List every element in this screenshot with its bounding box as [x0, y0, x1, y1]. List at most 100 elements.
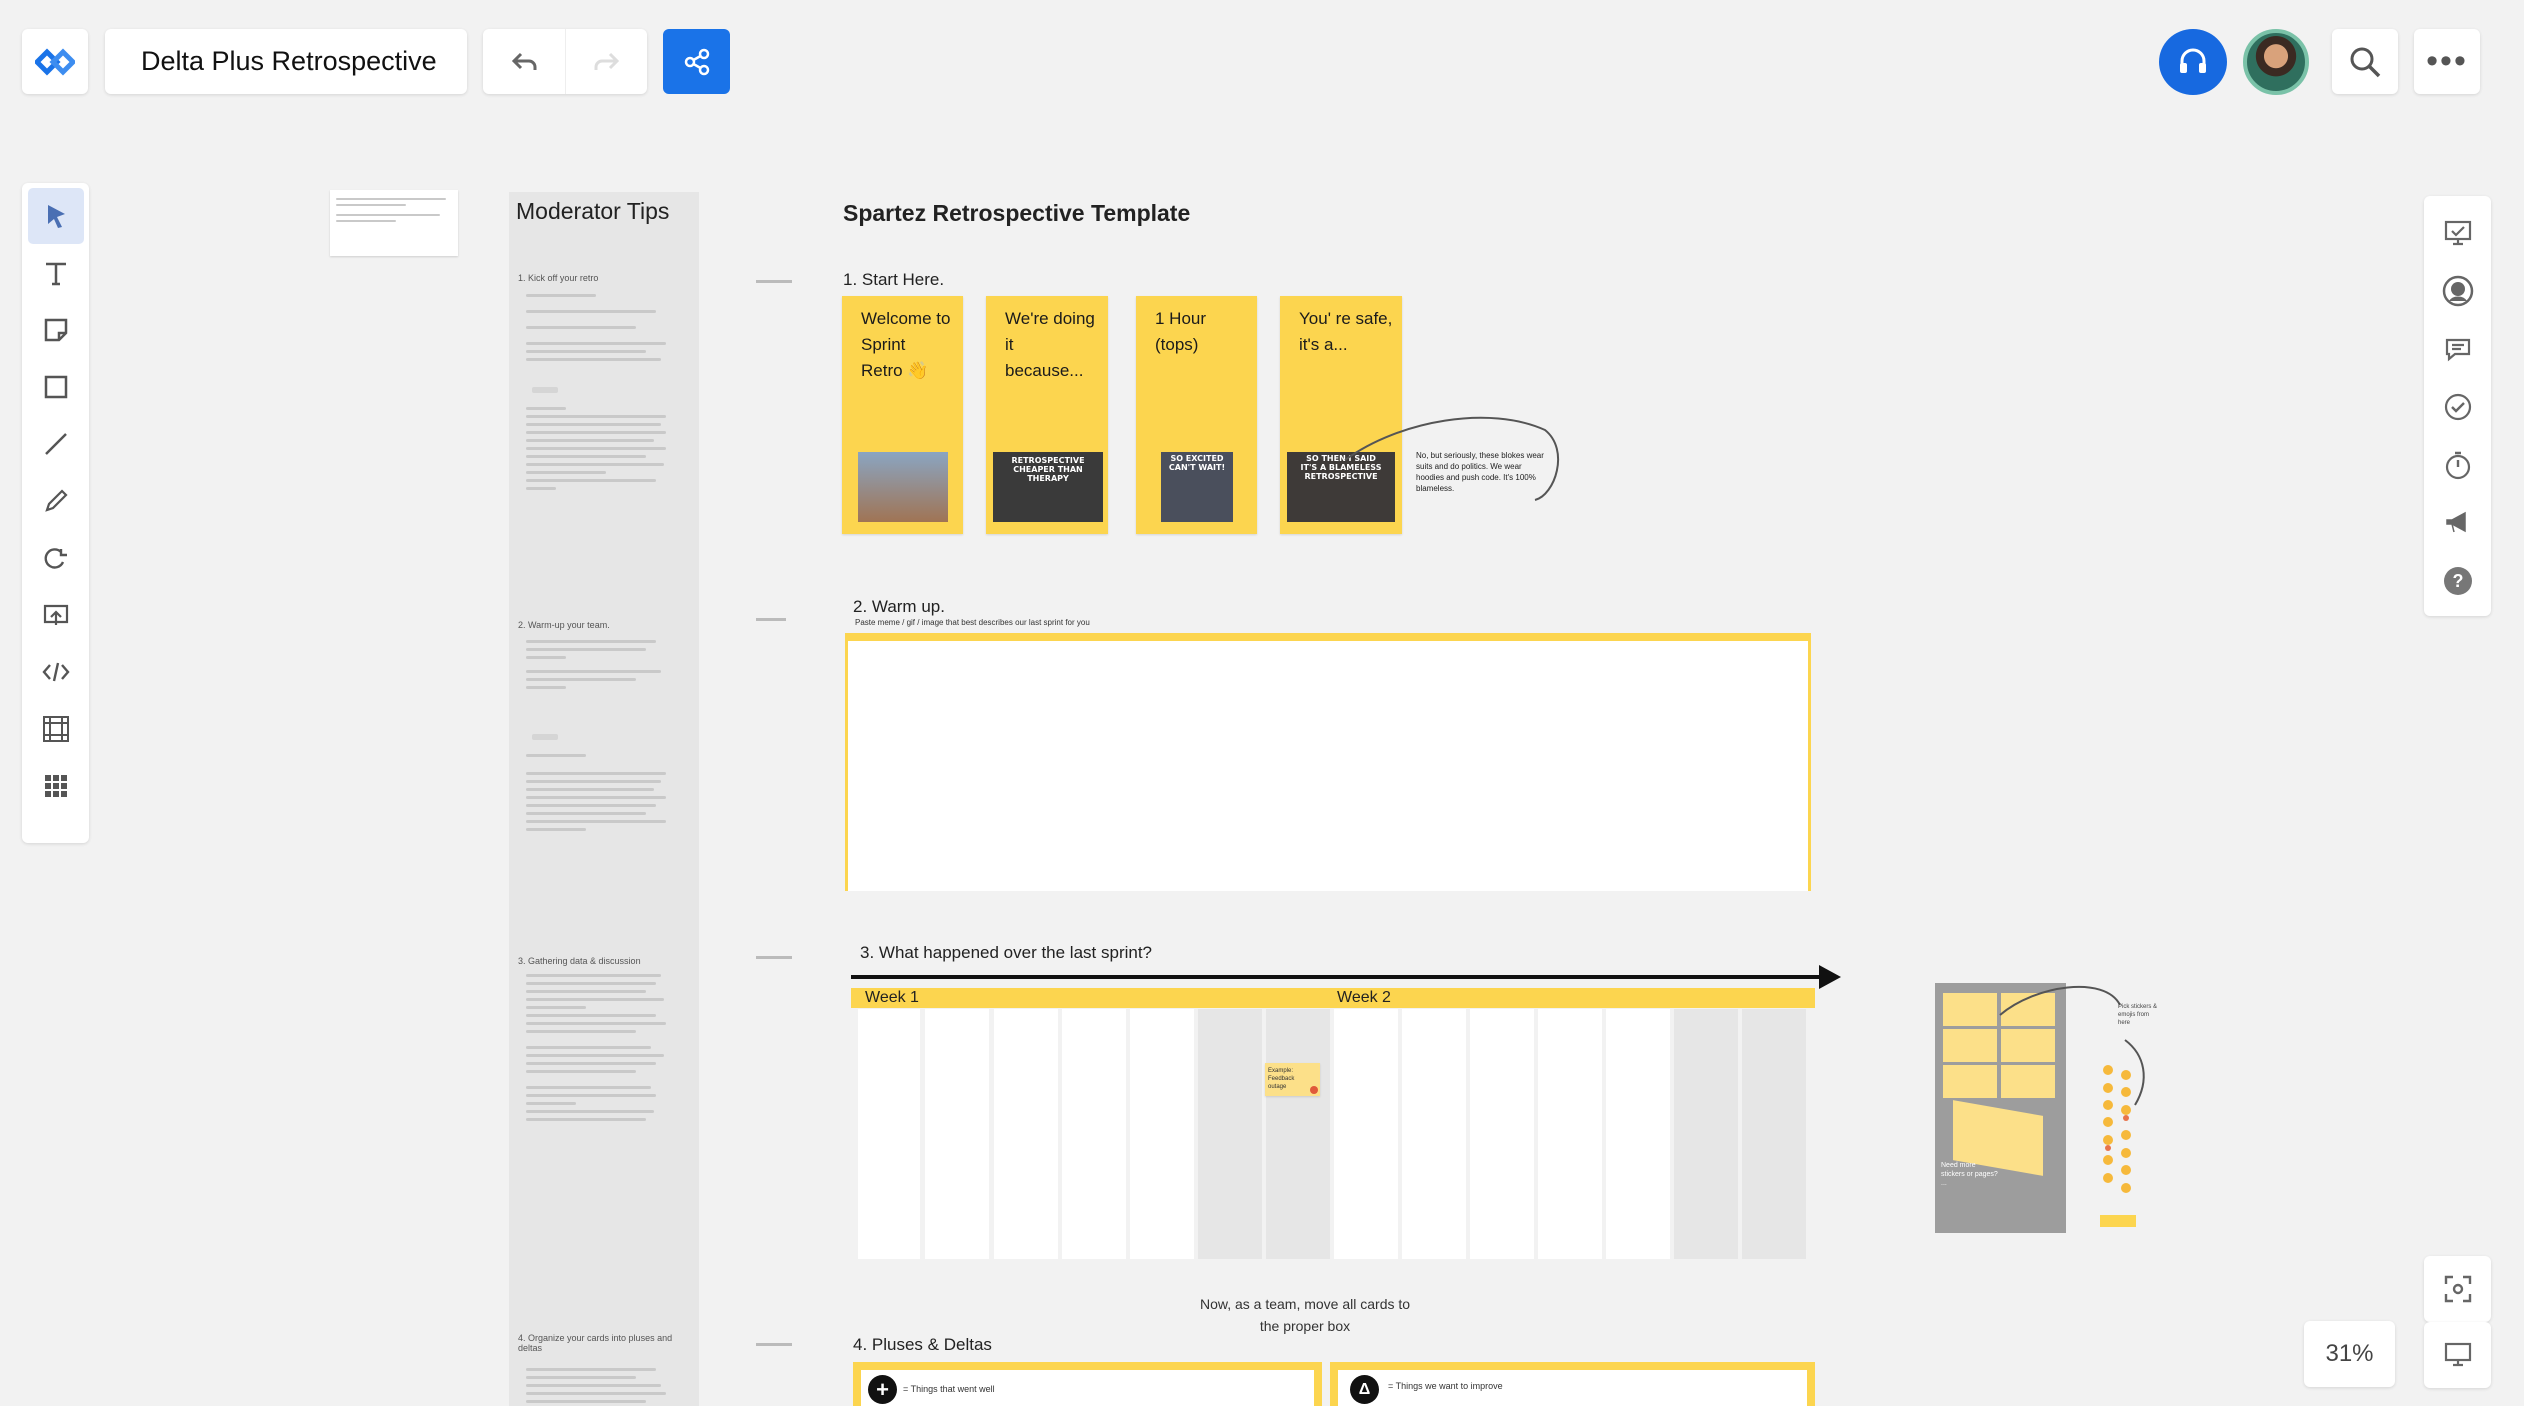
moderator-tips-title: Moderator Tips — [516, 198, 670, 224]
weekend-column[interactable] — [1742, 1009, 1806, 1259]
sticky-note-tool[interactable] — [28, 302, 84, 358]
moderator-section-1: 1. Kick off your retro — [518, 273, 599, 283]
pen-tool[interactable] — [28, 473, 84, 529]
plus-label: = Things that went well — [903, 1384, 995, 1394]
day-column[interactable] — [858, 1009, 920, 1259]
shape-tool[interactable] — [28, 359, 84, 415]
emoji-sticker — [1310, 1086, 1318, 1094]
day-column[interactable] — [1538, 1009, 1602, 1259]
moderator-tips-text-1 — [526, 292, 676, 592]
minimap-button[interactable] — [2424, 1322, 2491, 1388]
checkmark-circle-icon — [2444, 393, 2471, 420]
logo-icon — [35, 47, 75, 76]
warm-up-frame[interactable] — [845, 633, 1811, 891]
meme-image: SO EXCITED CAN'T WAIT! — [1161, 452, 1233, 522]
sticky-note[interactable]: We're doing it because... RETROSPECTIVE C… — [986, 296, 1108, 534]
day-column[interactable] — [1130, 1009, 1194, 1259]
megaphone-icon — [2445, 511, 2466, 532]
embed-tool[interactable] — [28, 644, 84, 700]
meme-image: RETROSPECTIVE CHEAPER THAN THERAPY — [993, 452, 1103, 522]
fit-to-screen-button[interactable] — [2424, 1256, 2491, 1322]
upload-tool[interactable] — [28, 587, 84, 643]
right-toolbar: ? — [2424, 196, 2491, 616]
deltas-frame[interactable]: Δ = Things we want to improve — [1330, 1362, 1815, 1406]
section-3-label: 3. What happened over the last sprint? — [860, 943, 1153, 962]
board-title[interactable]: Delta Plus Retrospective — [105, 29, 467, 94]
apps-tool[interactable] — [28, 758, 84, 814]
example-card-text: Example: Feedback outage — [1268, 1068, 1295, 1090]
more-icon[interactable]: ••• — [2414, 29, 2480, 94]
collaborator-button[interactable] — [2430, 262, 2486, 319]
weekend-column[interactable] — [1198, 1009, 1262, 1259]
tasks-button[interactable] — [2430, 378, 2486, 435]
delta-label: = Things we want to improve — [1388, 1381, 1503, 1391]
emoji-sticker-palette[interactable] — [2098, 1060, 2142, 1230]
upload-icon — [43, 604, 68, 625]
redo-button[interactable] — [565, 29, 647, 94]
day-column[interactable] — [1062, 1009, 1126, 1259]
section-2-label: 2. Warm up. — [853, 597, 945, 616]
day-column[interactable] — [994, 1009, 1058, 1259]
pen-icon — [44, 489, 68, 512]
moderator-section-4: 4. Organize your cards into pluses and d… — [518, 1333, 673, 1353]
text-icon — [45, 262, 66, 286]
meme-caption: SO EXCITED CAN'T WAIT! — [1168, 454, 1226, 472]
meme-image — [858, 452, 948, 522]
emoji-note: Pick stickers & emojis from here — [2118, 1004, 2158, 1026]
day-column[interactable] — [1606, 1009, 1670, 1259]
undo-icon — [511, 52, 537, 70]
search-icon — [2350, 47, 2381, 77]
lasso-icon — [44, 548, 67, 569]
help-button[interactable]: ? — [2430, 552, 2486, 609]
pluses-frame[interactable]: + = Things that went well — [853, 1362, 1322, 1406]
cursor-icon — [47, 205, 65, 228]
search-button[interactable] — [2332, 29, 2398, 94]
day-column[interactable] — [925, 1009, 989, 1259]
frame-icon — [42, 716, 69, 742]
sticky-note[interactable]: Welcome to Sprint Retro 👋 — [842, 296, 963, 534]
avatar-icon — [2442, 275, 2473, 306]
share-button[interactable] — [663, 29, 730, 94]
user-avatar[interactable] — [2243, 29, 2309, 95]
frame-tool[interactable] — [28, 701, 84, 757]
legend-note: Need more stickers or pages? ... — [1941, 1162, 1998, 1187]
undo-redo-group — [483, 29, 647, 94]
lasso-tool[interactable] — [28, 530, 84, 586]
week-header-band: Week 1 Week 2 — [851, 988, 1815, 1008]
delta-icon: Δ — [1350, 1375, 1379, 1404]
support-button[interactable] — [2159, 29, 2227, 95]
day-column[interactable] — [1402, 1009, 1466, 1259]
section-2-subtitle: Paste meme / gif / image that best descr… — [855, 618, 1090, 627]
weekend-column[interactable] — [1266, 1009, 1330, 1259]
annotation-text[interactable]: No, but seriously, these blokes wear sui… — [1416, 450, 1546, 494]
zoom-level[interactable]: 31% — [2304, 1321, 2395, 1387]
timebox-marker — [756, 280, 792, 283]
comments-button[interactable] — [2430, 320, 2486, 377]
emoji-icons — [2100, 1065, 2136, 1227]
select-tool[interactable] — [27, 188, 84, 244]
app-logo[interactable] — [22, 29, 88, 94]
weekend-column[interactable] — [1674, 1009, 1738, 1259]
sticky-text: 1 Hour (tops) — [1155, 309, 1207, 354]
section-4-label: 4. Pluses & Deltas — [853, 1335, 992, 1354]
sticky-text: Welcome to Sprint Retro 👋 — [861, 309, 951, 380]
day-column[interactable] — [1470, 1009, 1534, 1259]
svg-text:?: ? — [2452, 571, 2463, 591]
template-info-note[interactable] — [330, 190, 458, 256]
sticky-note[interactable]: 1 Hour (tops) SO EXCITED CAN'T WAIT! — [1136, 296, 1257, 534]
moderator-section-3: 3. Gathering data & discussion — [518, 956, 641, 966]
timebox-marker — [756, 956, 792, 959]
line-tool[interactable] — [28, 416, 84, 472]
text-tool[interactable] — [28, 245, 84, 301]
undo-button[interactable] — [483, 29, 565, 94]
timebox-marker — [756, 1343, 792, 1346]
timer-button[interactable] — [2430, 436, 2486, 493]
day-column[interactable] — [1334, 1009, 1398, 1259]
presentation-icon — [2444, 220, 2471, 245]
moderator-tips-text-4 — [526, 1366, 676, 1406]
meme-caption: RETROSPECTIVE CHEAPER THAN THERAPY — [1011, 456, 1085, 483]
timer-icon — [2445, 451, 2470, 479]
announcement-button[interactable] — [2430, 494, 2486, 551]
example-card[interactable]: Example: Feedback outage — [1265, 1063, 1320, 1096]
presentation-button[interactable] — [2430, 204, 2486, 261]
